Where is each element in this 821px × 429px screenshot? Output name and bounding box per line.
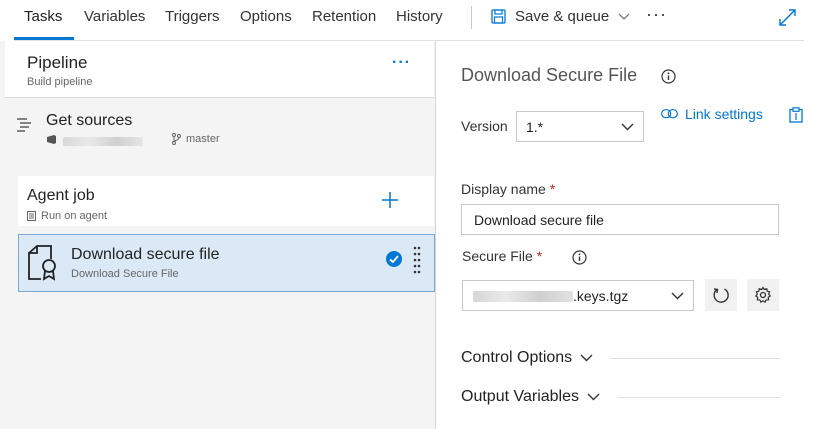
- version-select[interactable]: 1.*: [516, 111, 644, 142]
- secure-file-icon: [28, 245, 56, 281]
- agent-job-subtitle: Run on agent: [41, 210, 108, 222]
- task-title: Download secure file: [71, 246, 220, 263]
- drag-handle-icon[interactable]: [413, 245, 421, 275]
- tab-tasks[interactable]: Tasks: [24, 8, 62, 25]
- agent-job-card[interactable]: Agent job Run on agent: [18, 176, 434, 226]
- top-tab-bar: Tasks Variables Triggers Options Retenti…: [0, 0, 821, 41]
- save-icon: [491, 9, 506, 24]
- chevron-down-icon: [618, 13, 630, 20]
- secure-file-select[interactable]: .keys.tgz: [462, 280, 694, 311]
- agent-job-subtitle-row: Run on agent: [27, 210, 107, 222]
- agent-icon: [27, 211, 36, 221]
- required-marker: *: [549, 181, 556, 197]
- info-icon[interactable]: [572, 250, 587, 265]
- refresh-button[interactable]: [705, 279, 737, 311]
- manage-settings-button[interactable]: [747, 279, 779, 311]
- control-options-label: Control Options: [461, 349, 573, 366]
- download-secure-file-task[interactable]: Download secure file Download Secure Fil…: [18, 234, 435, 292]
- tab-triggers[interactable]: Triggers: [165, 8, 219, 25]
- tab-variables[interactable]: Variables: [84, 8, 145, 25]
- tab-retention[interactable]: Retention: [312, 8, 376, 25]
- pipeline-subtitle: Build pipeline: [27, 76, 93, 88]
- clipboard-icon[interactable]: [789, 107, 803, 123]
- tab-options[interactable]: Options: [240, 8, 292, 25]
- version-label: Version: [461, 118, 508, 134]
- link-icon: [661, 109, 678, 119]
- section-divider: [610, 358, 780, 359]
- save-and-queue-label: Save & queue: [515, 8, 610, 25]
- required-marker: *: [536, 248, 543, 264]
- get-sources-icon: [17, 118, 31, 132]
- branch-info: master: [172, 133, 220, 145]
- panel-divider: [435, 41, 436, 429]
- chevron-down-icon: [671, 292, 684, 300]
- branch-name: master: [186, 133, 220, 145]
- add-task-icon[interactable]: [382, 192, 398, 208]
- secure-file-label: Secure File *: [462, 248, 542, 264]
- agent-job-title: Agent job: [27, 187, 95, 204]
- pipeline-tasks-panel: Pipeline Build pipeline ··· Get sources …: [0, 41, 436, 429]
- display-name-label-text: Display name: [461, 181, 546, 197]
- more-actions-button[interactable]: ···: [646, 4, 667, 25]
- pipeline-title: Pipeline: [27, 53, 88, 72]
- visual-studio-icon: [47, 135, 56, 144]
- secure-file-label-text: Secure File: [462, 248, 533, 264]
- link-settings-label: Link settings: [685, 106, 763, 122]
- task-details-title: Download Secure File: [461, 65, 638, 85]
- secure-file-value: .keys.tgz: [573, 288, 629, 304]
- check-circle-icon: [386, 251, 402, 267]
- pipeline-more-button[interactable]: ···: [392, 54, 411, 72]
- repository-name-redacted: [63, 137, 143, 146]
- section-divider: [618, 397, 780, 398]
- expand-icon[interactable]: [779, 9, 796, 26]
- get-sources-item[interactable]: Get sources master: [0, 101, 436, 151]
- task-subtitle: Download Secure File: [71, 268, 179, 280]
- secure-file-name-redacted: [473, 291, 573, 302]
- link-settings-button[interactable]: Link settings: [661, 106, 763, 122]
- pipeline-card[interactable]: Pipeline Build pipeline ···: [5, 41, 434, 98]
- display-name-input[interactable]: [461, 204, 779, 235]
- tab-history[interactable]: History: [396, 8, 443, 25]
- output-variables-section[interactable]: Output Variables: [461, 388, 600, 406]
- chevron-down-icon: [587, 393, 600, 401]
- refresh-icon: [713, 288, 729, 303]
- get-sources-title: Get sources: [46, 112, 133, 129]
- gear-icon: [754, 286, 772, 304]
- info-icon[interactable]: [661, 69, 676, 84]
- toolbar-separator: [471, 6, 472, 29]
- branch-icon: [172, 133, 181, 145]
- control-options-section[interactable]: Control Options: [461, 349, 593, 367]
- display-name-label: Display name *: [461, 181, 555, 197]
- chevron-down-icon: [580, 354, 593, 362]
- chevron-down-icon: [621, 123, 634, 131]
- save-and-queue-button[interactable]: Save & queue: [491, 8, 630, 25]
- output-variables-label: Output Variables: [461, 388, 579, 405]
- version-value: 1.*: [526, 119, 544, 135]
